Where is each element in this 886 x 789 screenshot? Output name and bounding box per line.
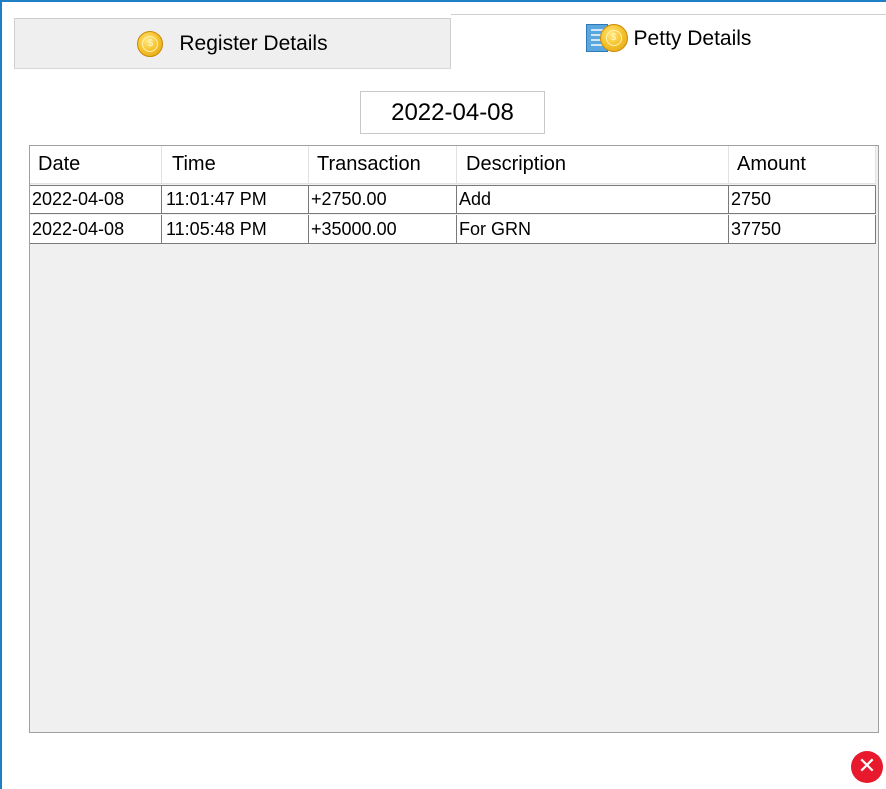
table-row[interactable]: 2022-04-08 11:01:47 PM +2750.00 Add 2750: [30, 185, 878, 214]
coin-icon: $: [137, 30, 164, 57]
cell-transaction[interactable]: +2750.00: [309, 185, 457, 214]
cell-date[interactable]: 2022-04-08: [30, 215, 162, 244]
petty-transactions-table[interactable]: Date Time Transaction Description Amount…: [29, 145, 879, 733]
cell-amount[interactable]: 2750: [729, 185, 876, 214]
table-row[interactable]: 2022-04-08 11:05:48 PM +35000.00 For GRN…: [30, 215, 878, 244]
tab-register-details[interactable]: $ Register Details: [14, 18, 451, 69]
cell-transaction[interactable]: +35000.00: [309, 215, 457, 244]
column-header-description[interactable]: Description: [457, 146, 729, 184]
date-field[interactable]: 2022-04-08: [360, 91, 545, 134]
ledger-coin-icon: $: [585, 22, 630, 54]
close-icon: ✕: [857, 754, 877, 779]
cell-amount[interactable]: 37750: [729, 215, 876, 244]
column-header-date[interactable]: Date: [30, 146, 162, 184]
column-header-time[interactable]: Time: [162, 146, 309, 184]
cell-description[interactable]: Add: [457, 185, 729, 214]
column-header-amount[interactable]: Amount: [729, 146, 876, 184]
cell-time[interactable]: 11:01:47 PM: [162, 185, 309, 214]
cell-description[interactable]: For GRN: [457, 215, 729, 244]
tab-petty-details-label: Petty Details: [633, 26, 752, 50]
tab-petty-details[interactable]: $ Petty Details: [451, 14, 886, 68]
cell-time[interactable]: 11:05:48 PM: [162, 215, 309, 244]
table-header: Date Time Transaction Description Amount: [30, 146, 878, 184]
window-top-border: [0, 0, 886, 2]
column-header-transaction[interactable]: Transaction: [309, 146, 457, 184]
close-button[interactable]: ✕: [851, 751, 883, 783]
tab-register-details-label: Register Details: [179, 31, 328, 55]
window-left-border: [0, 0, 2, 789]
cell-date[interactable]: 2022-04-08: [30, 185, 162, 214]
